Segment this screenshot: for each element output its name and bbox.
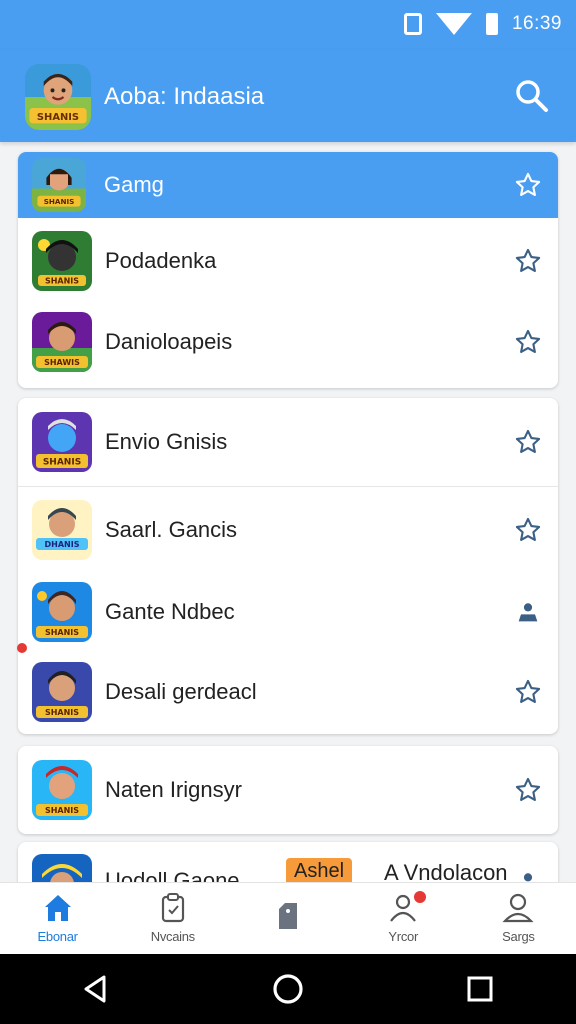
game-list: SHANIS Gamg SHANIS Podadenka SHAWIS Dani… (0, 142, 576, 882)
list-item[interactable]: SHANIS Gamg (18, 152, 558, 218)
nav-label: Yrcor (388, 929, 418, 944)
list-card: SHANIS Envio Gnisis DHANIS Saarl. Gancis (18, 398, 558, 734)
star-icon[interactable] (514, 328, 542, 356)
svg-text:SHANIS: SHANIS (45, 806, 79, 815)
svg-text:SHANIS: SHANIS (43, 458, 81, 468)
search-icon (516, 80, 548, 112)
svg-text:SHANIS: SHANIS (37, 112, 79, 123)
list-item[interactable]: Uodoll Gaone Ashel A Vndolacon (18, 842, 558, 882)
person-stack-icon[interactable] (514, 598, 542, 626)
list-item-label: Naten Irignsyr (105, 777, 242, 802)
svg-text:DHANIS: DHANIS (45, 540, 80, 549)
app-title: Aoba: Indaasia (104, 83, 265, 110)
status-time: 16:39 (511, 13, 562, 34)
list-item[interactable]: SHANIS Envio Gnisis (18, 398, 558, 486)
nav-item-profile[interactable]: Sargs (461, 883, 576, 954)
list-item-label: Desali gerdeacl (105, 679, 257, 704)
star-icon[interactable] (514, 516, 542, 544)
status-bar: 16:39 (0, 0, 576, 50)
list-item[interactable]: SHAWIS Danioloapeis (18, 304, 558, 380)
svg-text:SHANIS: SHANIS (44, 197, 75, 206)
indicator-dot (17, 643, 27, 653)
list-item-label: Envio Gnisis (105, 429, 228, 454)
star-icon[interactable] (514, 171, 542, 199)
list-item[interactable]: SHANIS Desali gerdeacl (18, 651, 558, 733)
sim-icon (403, 13, 422, 35)
star-icon[interactable] (514, 678, 542, 706)
app-logo[interactable]: SHANIS (25, 64, 91, 130)
game-thumbnail: SHANIS (32, 412, 92, 472)
recents-icon[interactable] (460, 969, 500, 1009)
star-icon[interactable] (514, 776, 542, 804)
nav-item-tag[interactable] (230, 883, 345, 954)
list-item-label: Saarl. Gancis (105, 517, 238, 542)
nav-label: Ebonar (37, 929, 78, 944)
nav-label: Sargs (502, 929, 535, 944)
list-item[interactable]: SHANIS Podadenka (18, 218, 558, 304)
svg-text:SHANIS: SHANIS (45, 708, 79, 717)
bottom-navigation: Ebonar Nvcains Yrcor Sargs (0, 882, 576, 954)
search-button[interactable] (514, 78, 550, 114)
game-thumbnail: DHANIS (32, 500, 92, 560)
list-item-label: Gante Ndbec (105, 599, 235, 624)
system-navigation-bar (0, 954, 576, 1024)
list-item[interactable]: DHANIS Saarl. Gancis (18, 487, 558, 573)
game-thumbnail: SHAWIS (32, 312, 92, 372)
nav-item-clipboard[interactable]: Nvcains (115, 883, 230, 954)
list-item[interactable]: SHANIS Gante Ndbec (18, 573, 558, 651)
list-card: SHANIS Naten Irignsyr (18, 746, 558, 834)
list-item-label: Podadenka (105, 248, 217, 273)
game-thumbnail: SHANIS (32, 662, 92, 722)
tag-icon (279, 903, 297, 929)
svg-text:SHAWIS: SHAWIS (44, 358, 80, 367)
svg-text:SHANIS: SHANIS (45, 277, 79, 286)
back-icon[interactable] (76, 969, 116, 1009)
battery-icon (485, 13, 498, 35)
game-thumbnail: SHANIS (32, 231, 92, 291)
list-item-label: Danioloapeis (105, 329, 233, 354)
category-tag: Ashel (286, 858, 353, 882)
list-card: Uodoll Gaone Ashel A Vndolacon (18, 842, 558, 882)
game-thumbnail: SHANIS (32, 158, 86, 212)
svg-text:SHANIS: SHANIS (45, 628, 79, 637)
home-circle-icon[interactable] (268, 969, 308, 1009)
nav-item-home[interactable]: Ebonar (0, 883, 115, 954)
home-icon (44, 895, 71, 921)
star-icon[interactable] (514, 247, 542, 275)
list-item-label: Uodoll Gaone (105, 868, 240, 882)
notification-badge (412, 889, 429, 905)
profile-icon (502, 893, 534, 923)
nav-item-notifications[interactable]: Yrcor (346, 883, 461, 954)
star-icon[interactable] (514, 428, 542, 456)
list-item-secondary: A Vndolacon (384, 860, 508, 882)
list-card: SHANIS Gamg SHANIS Podadenka SHAWIS Dani… (18, 152, 558, 388)
game-thumbnail (32, 854, 92, 882)
game-thumbnail: SHANIS (32, 760, 92, 820)
list-item[interactable]: SHANIS Naten Irignsyr (18, 746, 558, 834)
game-thumbnail: SHANIS (32, 582, 92, 642)
wifi-icon (435, 13, 472, 35)
app-bar: SHANIS Aoba: Indaasia (0, 50, 576, 142)
clipboard-icon (161, 893, 184, 923)
list-item-label: Gamg (104, 172, 164, 197)
person-stack-icon[interactable] (514, 868, 542, 882)
nav-label: Nvcains (150, 929, 195, 944)
